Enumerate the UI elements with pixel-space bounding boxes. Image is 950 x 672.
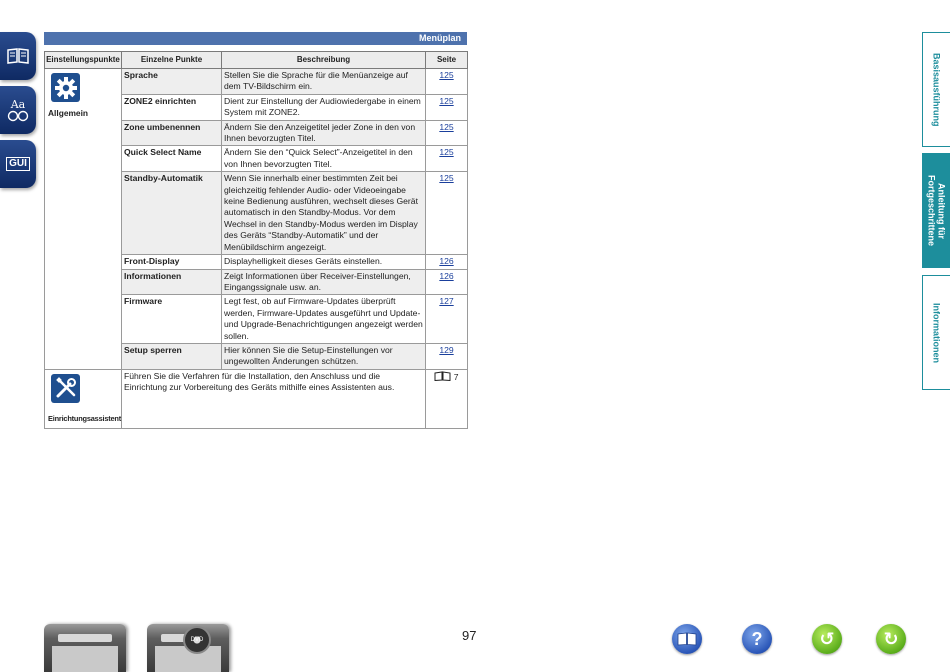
page-title: Menüplan bbox=[419, 33, 461, 43]
category-label: Einrichtungsassistent bbox=[48, 413, 122, 423]
menu-item-description: Zeigt Informationen über Receiver-Einste… bbox=[221, 268, 426, 296]
tab-informationen[interactable]: Informationen bbox=[922, 275, 950, 390]
wizard-page-number: 7 bbox=[453, 371, 459, 382]
menu-item-name: Standby-Automatik bbox=[121, 171, 222, 256]
tab-anleitung-fuer-fortgeschrittene[interactable]: Anleitung für Fortgeschrittene bbox=[922, 153, 950, 268]
page-link[interactable]: 125 bbox=[439, 173, 453, 183]
menu-item-description: Displayhelligkeit dieses Geräts einstell… bbox=[221, 254, 426, 270]
forward-button[interactable]: ↻ bbox=[876, 624, 906, 654]
column-header: Einstellungspunkte bbox=[44, 51, 122, 69]
category-label: Allgemein bbox=[48, 108, 89, 118]
menu-item-description: Wenn Sie innerhalb einer bestimmten Zeit… bbox=[221, 171, 426, 256]
page-number: 97 bbox=[462, 628, 477, 643]
wizard-page-ref[interactable]: 7 bbox=[425, 368, 468, 430]
book-contents-icon[interactable] bbox=[0, 32, 36, 80]
book-icon bbox=[434, 371, 451, 381]
page-link[interactable]: 125 bbox=[439, 70, 453, 80]
page-title-bar: Menüplan bbox=[44, 32, 467, 45]
page-link[interactable]: 125 bbox=[439, 96, 453, 106]
question-icon: ? bbox=[751, 628, 763, 649]
tools-icon bbox=[51, 373, 80, 403]
back-arrow-icon: ↺ bbox=[819, 628, 835, 649]
menu-item-name: Front-Display bbox=[121, 254, 222, 270]
disc-icon: DVD bbox=[183, 626, 211, 654]
menu-item-name: Sprache bbox=[121, 68, 222, 95]
tab-label: Informationen bbox=[931, 302, 942, 363]
gui-icon-label: GUI bbox=[6, 157, 30, 171]
column-header: Seite bbox=[425, 51, 468, 69]
menu-item-name: Quick Select Name bbox=[121, 145, 222, 173]
column-header: Beschreibung bbox=[221, 51, 426, 69]
index-icon-label: Aa bbox=[10, 97, 26, 111]
menu-plan-table: Einstellungspunkte Einzelne Punkte Besch… bbox=[44, 51, 468, 430]
menu-item-description: Ändern Sie den Anzeigetitel jeder Zone i… bbox=[221, 119, 426, 147]
page-link[interactable]: 126 bbox=[439, 271, 453, 281]
column-header: Einzelne Punkte bbox=[121, 51, 222, 69]
wizard-description: Führen Sie die Verfahren für die Install… bbox=[121, 368, 426, 430]
menu-item-name: Firmware bbox=[121, 294, 222, 344]
table-row: Einrichtungsassistent Führen Sie die Ver… bbox=[44, 368, 468, 430]
table-row: Allgemein Sprache Stellen Sie die Sprach… bbox=[44, 68, 468, 370]
page-link[interactable]: 126 bbox=[439, 256, 453, 266]
menu-item-description: Stellen Sie die Sprache für die Menüanze… bbox=[221, 68, 426, 95]
side-icon-column: Aa GUI bbox=[0, 32, 36, 194]
menu-item-name: Setup sperren bbox=[121, 342, 222, 370]
menu-item-name: Zone umbenennen bbox=[121, 119, 222, 147]
page-link[interactable]: 125 bbox=[439, 122, 453, 132]
forward-arrow-icon: ↻ bbox=[883, 628, 899, 649]
gui-icon[interactable]: GUI bbox=[0, 140, 36, 188]
back-button[interactable]: ↺ bbox=[812, 624, 842, 654]
menu-item-description: Dient zur Einstellung der Audiowiedergab… bbox=[221, 93, 426, 121]
tab-basisausfuehrung[interactable]: Basisausführung bbox=[922, 32, 950, 147]
table-header-row: Einstellungspunkte Einzelne Punkte Besch… bbox=[44, 51, 468, 69]
tab-label: Basisausführung bbox=[931, 52, 942, 127]
category-cell-einrichtungsassistent: Einrichtungsassistent bbox=[44, 368, 122, 430]
gear-icon bbox=[51, 73, 80, 102]
page-link[interactable]: 127 bbox=[439, 296, 453, 306]
index-icon[interactable]: Aa bbox=[0, 86, 36, 134]
menu-item-description: Hier können Sie die Setup-Einstellungen … bbox=[221, 342, 426, 370]
help-button[interactable]: ? bbox=[742, 624, 772, 654]
category-cell-allgemein: Allgemein bbox=[44, 68, 122, 370]
menu-item-description: Ändern Sie den “Quick Select”-Anzeigetit… bbox=[221, 145, 426, 173]
page-link[interactable]: 125 bbox=[439, 147, 453, 157]
menu-item-description: Legt fest, ob auf Firmware-Updates überp… bbox=[221, 294, 426, 344]
dvd-player-device-icon[interactable]: DVD bbox=[147, 624, 229, 672]
book-icon bbox=[677, 632, 697, 646]
menu-item-name: Informationen bbox=[121, 268, 222, 296]
tab-label: Anleitung für Fortgeschrittene bbox=[926, 174, 947, 246]
page-link[interactable]: 129 bbox=[439, 345, 453, 355]
menu-item-name: ZONE2 einrichten bbox=[121, 93, 222, 121]
contents-book-button[interactable] bbox=[672, 624, 702, 654]
receiver-device-icon[interactable] bbox=[44, 624, 126, 672]
